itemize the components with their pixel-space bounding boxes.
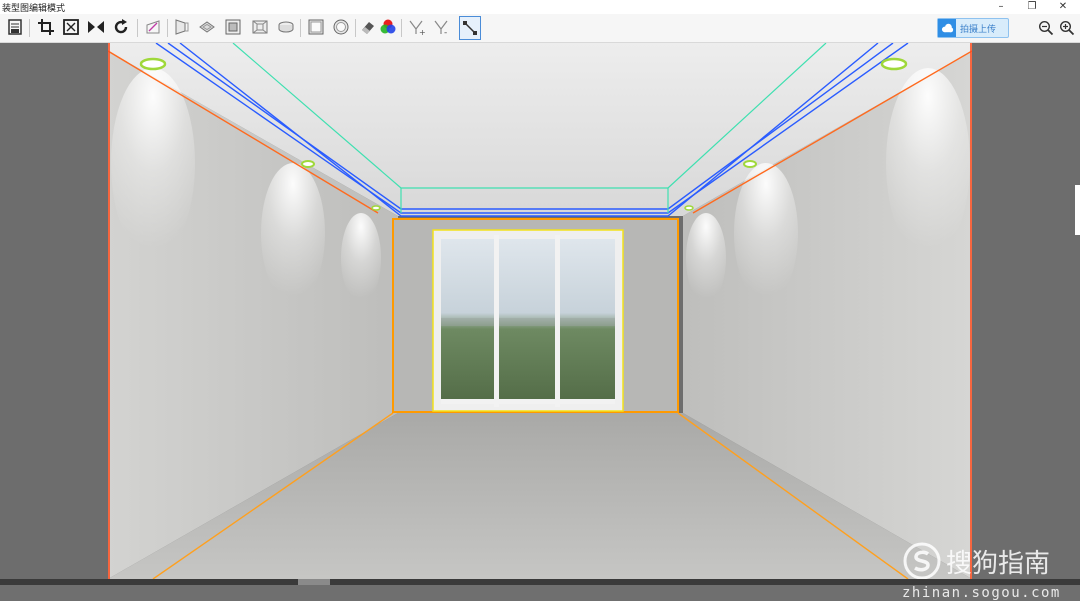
svg-text:-: - — [444, 28, 447, 36]
upload-label: 拍摄上传 — [960, 25, 997, 35]
perspective-tool-icon[interactable] — [143, 17, 163, 37]
save-tool-icon[interactable] — [5, 17, 25, 37]
remove-point-tool-icon[interactable]: - — [432, 17, 452, 37]
toolbar-separator — [300, 19, 301, 37]
crop-tool-icon[interactable] — [36, 17, 56, 37]
flip-tool-icon[interactable] — [86, 17, 106, 37]
side-panel-handle[interactable] — [1075, 185, 1080, 235]
toolbar: + - 拍摄上传 — [0, 14, 1080, 43]
status-bar — [0, 579, 1080, 585]
add-point-tool-icon[interactable]: + — [407, 17, 427, 37]
room-render[interactable] — [108, 43, 972, 579]
watermark-brand: 搜狗指南 — [946, 549, 1051, 579]
toolbar-separator — [167, 19, 168, 37]
horizontal-scrollbar[interactable] — [298, 579, 330, 585]
title-bar: 装型图编辑模式 – ❐ ✕ — [0, 0, 1080, 14]
toolbar-separator — [29, 19, 30, 37]
frame-tool-icon[interactable] — [223, 17, 243, 37]
ellipse-tool-icon[interactable] — [276, 17, 296, 37]
fit-tool-icon[interactable] — [61, 17, 81, 37]
zoom-out-icon[interactable] — [1038, 20, 1054, 36]
line-tool-icon[interactable] — [459, 16, 481, 40]
room-tool-icon[interactable] — [250, 17, 270, 37]
editor-canvas[interactable]: 搜狗指南 zhinan.sogou.com — [0, 43, 1080, 601]
circle-tool-icon[interactable] — [331, 17, 351, 37]
upload-button[interactable]: 拍摄上传 — [937, 18, 1009, 38]
toolbar-separator — [355, 19, 356, 37]
close-button[interactable]: ✕ — [1050, 0, 1076, 14]
minimize-button[interactable]: – — [988, 0, 1014, 14]
wall-tool-icon[interactable] — [172, 17, 192, 37]
toolbar-separator — [401, 19, 402, 37]
window-title: 装型图编辑模式 — [2, 4, 66, 14]
svg-text:+: + — [419, 28, 426, 36]
restore-button[interactable]: ❐ — [1019, 0, 1045, 14]
toolbar-separator — [137, 19, 138, 37]
square-tool-icon[interactable] — [306, 17, 326, 37]
rotate-tool-icon[interactable] — [111, 17, 131, 37]
watermark-url: zhinan.sogou.com — [902, 585, 1061, 601]
sogou-logo-icon — [903, 542, 941, 580]
floor-tool-icon[interactable] — [197, 17, 217, 37]
zoom-in-icon[interactable] — [1059, 20, 1075, 36]
cloud-icon — [938, 19, 956, 37]
eraser-tool-icon[interactable] — [358, 17, 378, 37]
color-tool-icon[interactable] — [378, 17, 398, 37]
